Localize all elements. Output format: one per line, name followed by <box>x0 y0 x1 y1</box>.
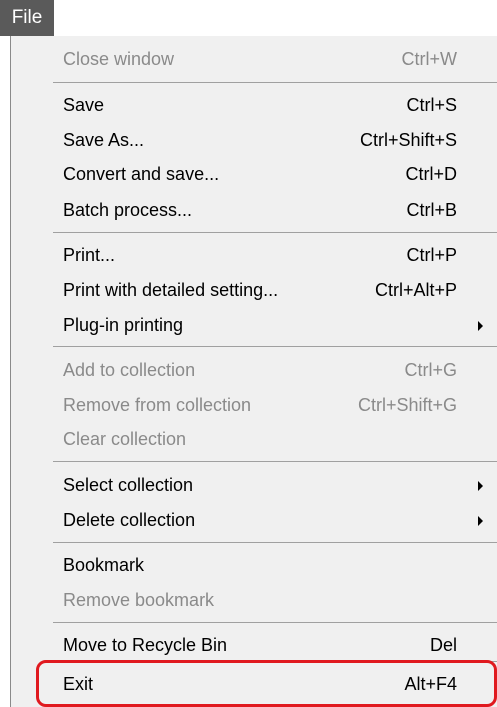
menu-item-label: Bookmark <box>63 555 145 575</box>
menu-item-label: Batch process... <box>63 200 193 220</box>
menu-item-save[interactable]: Save Ctrl+S <box>63 89 483 122</box>
menu-item-shortcut: Ctrl+D <box>405 164 457 184</box>
submenu-arrow-icon <box>478 516 483 526</box>
menu-item-label: Exit <box>63 674 94 694</box>
menu-item-shortcut: Ctrl+Shift+G <box>357 395 457 415</box>
menu-item-clear-collection[interactable]: Clear collection <box>63 423 483 456</box>
menu-item-shortcut: Alt+F4 <box>404 674 457 694</box>
menu-separator <box>53 232 497 233</box>
menu-separator <box>53 461 497 462</box>
submenu-arrow-icon <box>478 321 483 331</box>
menu-item-batch-process[interactable]: Batch process... Ctrl+B <box>63 194 483 227</box>
menu-item-label: Remove bookmark <box>63 590 215 610</box>
menu-item-delete-collection[interactable]: Delete collection <box>63 504 483 537</box>
menu-item-bookmark[interactable]: Bookmark <box>63 549 483 582</box>
menu-separator <box>53 622 497 623</box>
menu-item-label: Save <box>63 95 105 115</box>
menu-icon-gutter <box>11 36 47 707</box>
menu-item-label: Add to collection <box>63 360 196 380</box>
menu-separator <box>53 82 497 83</box>
menu-item-label: Print... <box>63 245 116 265</box>
menu-item-move-to-recycle-bin[interactable]: Move to Recycle Bin Del <box>63 629 483 662</box>
menu-item-plug-in-printing[interactable]: Plug-in printing <box>63 309 483 342</box>
menu-separator <box>53 542 497 543</box>
menu-item-label: Close window <box>63 49 175 69</box>
menu-item-print-detailed[interactable]: Print with detailed setting... Ctrl+Alt+… <box>63 274 483 307</box>
menu-item-remove-from-collection[interactable]: Remove from collection Ctrl+Shift+G <box>63 389 483 422</box>
menu-item-label: Select collection <box>63 475 194 495</box>
menu-item-add-to-collection[interactable]: Add to collection Ctrl+G <box>63 354 483 387</box>
menu-item-label: Save As... <box>63 130 145 150</box>
menu-item-shortcut: Ctrl+W <box>401 49 458 69</box>
menu-item-exit[interactable]: Exit Alt+F4 <box>63 668 483 701</box>
menu-item-save-as[interactable]: Save As... Ctrl+Shift+S <box>63 124 483 157</box>
menu-item-label: Clear collection <box>63 429 187 449</box>
menu-item-label: Remove from collection <box>63 395 252 415</box>
menu-item-label: Delete collection <box>63 510 196 530</box>
menu-item-label: Print with detailed setting... <box>63 280 279 300</box>
menu-item-shortcut: Ctrl+Alt+P <box>374 280 457 300</box>
file-menu-tab[interactable]: File <box>0 0 54 36</box>
menu-item-select-collection[interactable]: Select collection <box>63 469 483 502</box>
menu-item-convert-and-save[interactable]: Convert and save... Ctrl+D <box>63 158 483 191</box>
menu-separator <box>53 661 497 662</box>
menu-item-shortcut: Ctrl+Shift+S <box>359 130 457 150</box>
menu-separator <box>53 346 497 347</box>
menu-item-shortcut: Del <box>429 635 457 655</box>
menu-item-shortcut: Ctrl+B <box>406 200 457 220</box>
menu-item-shortcut: Ctrl+P <box>406 245 457 265</box>
file-dropdown-menu: Close window Ctrl+W Save Ctrl+S Save As.… <box>10 36 497 707</box>
submenu-arrow-icon <box>478 481 483 491</box>
menu-item-shortcut: Ctrl+S <box>406 95 457 115</box>
menu-item-label: Convert and save... <box>63 164 220 184</box>
menu-item-label: Plug-in printing <box>63 315 184 335</box>
menu-item-close-window[interactable]: Close window Ctrl+W <box>63 43 483 76</box>
menu-item-remove-bookmark[interactable]: Remove bookmark <box>63 584 483 617</box>
menu-item-label: Move to Recycle Bin <box>63 635 228 655</box>
menu-item-shortcut: Ctrl+G <box>404 360 457 380</box>
menu-item-print[interactable]: Print... Ctrl+P <box>63 239 483 272</box>
screenshot-stage: File Close window Ctrl+W Save Ctrl+S Sav… <box>0 0 497 707</box>
